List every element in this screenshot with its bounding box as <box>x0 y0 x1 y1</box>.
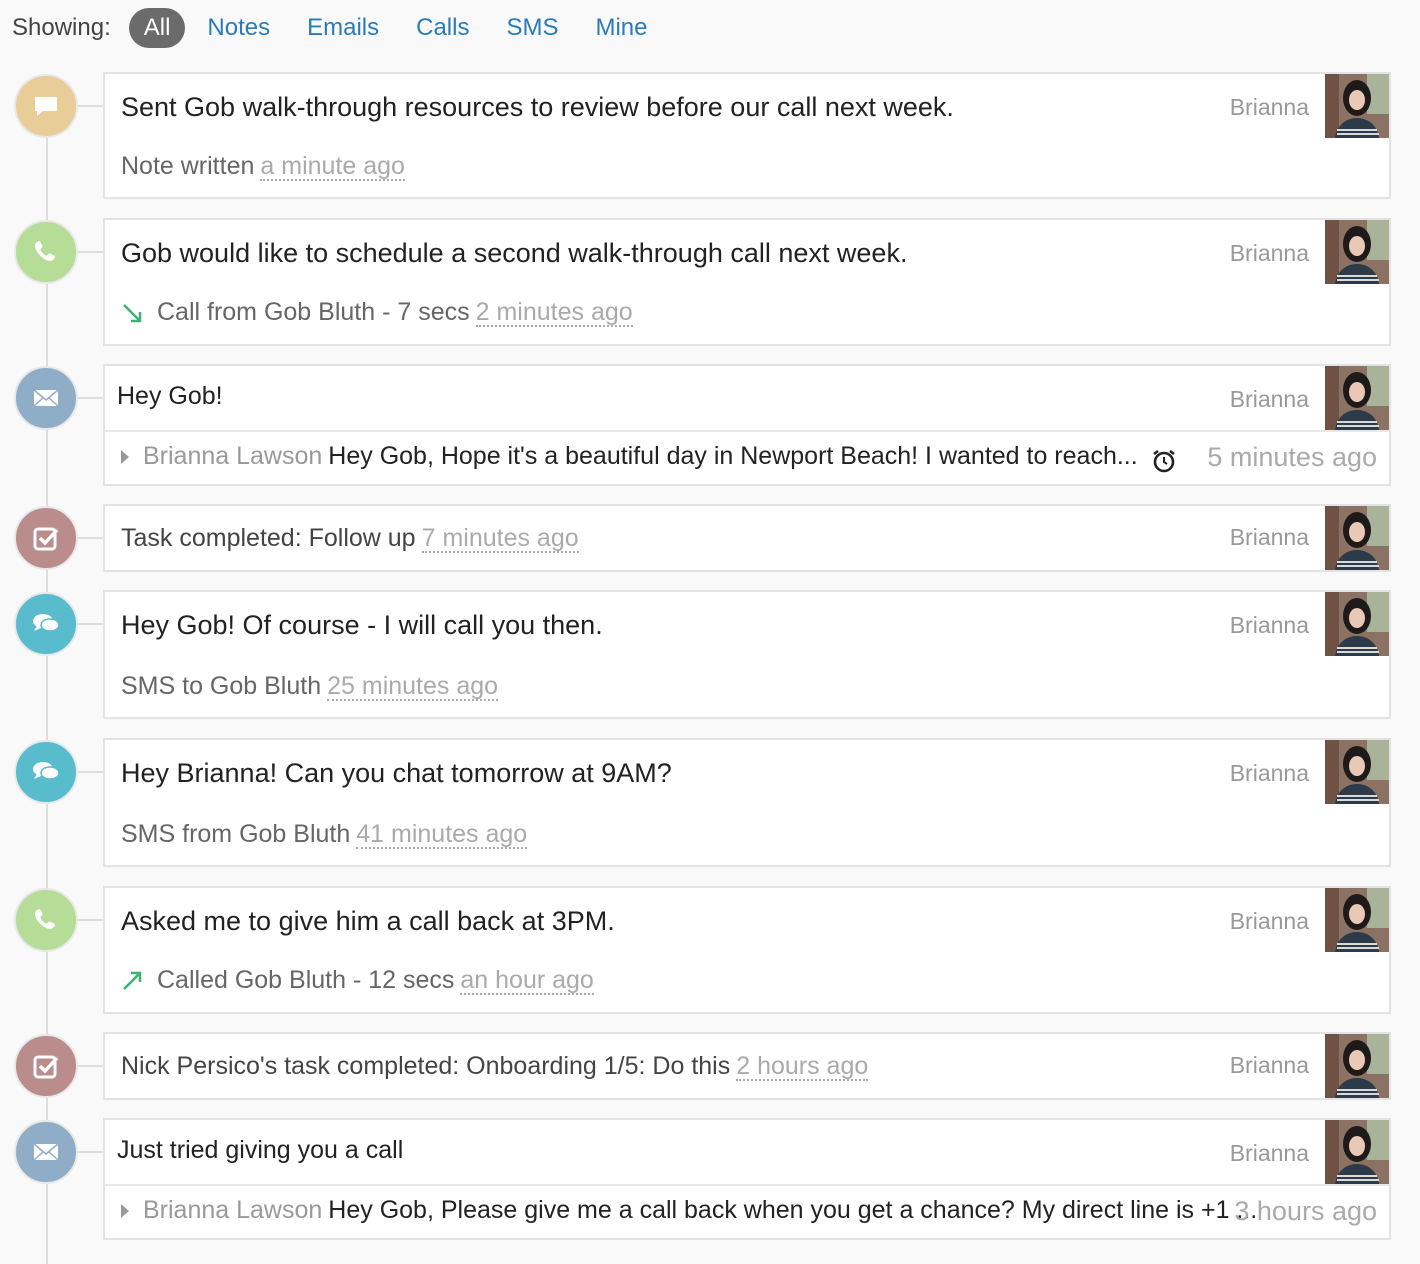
avatar[interactable] <box>1325 740 1389 804</box>
activity-meta-text: Nick Persico's task completed: Onboardin… <box>121 1052 731 1080</box>
email-preview[interactable]: Brianna Lawson Hey Gob, Please give me a… <box>121 1196 1257 1225</box>
activity-meta: SMS to Gob Bluth 25 minutes ago <box>121 672 499 701</box>
activity-meta-text: Note written <box>121 152 255 180</box>
owner-name[interactable]: Brianna <box>1230 240 1309 267</box>
activity-meta: SMS from Gob Bluth 41 minutes ago <box>121 820 528 849</box>
activity-meta: Nick Persico's task completed: Onboardin… <box>121 1052 869 1081</box>
email-sender: Brianna Lawson <box>143 442 323 470</box>
avatar[interactable] <box>1325 1120 1389 1184</box>
activity-time[interactable]: 41 minutes ago <box>356 821 528 849</box>
activity-card[interactable]: Hey Gob! Of course - I will call you the… <box>103 590 1391 719</box>
avatar-portrait-icon <box>1325 220 1389 284</box>
activity-feed: Sent Gob walk-through resources to revie… <box>0 0 1420 1264</box>
activity-time[interactable]: 3 hours ago <box>1234 1196 1377 1227</box>
activity-meta-text: SMS from Gob Bluth <box>121 820 351 848</box>
activity-time[interactable]: 2 hours ago <box>736 1053 869 1081</box>
activity-text: Asked me to give him a call back at 3PM. <box>121 906 615 936</box>
avatar[interactable] <box>1325 506 1389 570</box>
activity-card[interactable]: Hey Brianna! Can you chat tomorrow at 9A… <box>103 738 1391 867</box>
activity-text: Gob would like to schedule a second walk… <box>121 238 908 268</box>
activity-card[interactable]: Nick Persico's task completed: Onboardin… <box>103 1032 1391 1100</box>
activity-card[interactable]: Sent Gob walk-through resources to revie… <box>103 72 1391 199</box>
avatar-portrait-icon <box>1325 1120 1389 1184</box>
check-square-icon <box>14 506 78 570</box>
activity-meta-text: Called Gob Bluth - 12 secs <box>157 966 455 994</box>
activity-card[interactable]: Just tried giving you a call Brianna Bri… <box>103 1118 1391 1240</box>
avatar[interactable] <box>1325 366 1389 430</box>
avatar-portrait-icon <box>1325 888 1389 952</box>
activity-meta: Task completed: Follow up 7 minutes ago <box>121 524 579 553</box>
activity-time[interactable]: 2 minutes ago <box>475 299 633 327</box>
avatar-portrait-icon <box>1325 740 1389 804</box>
expand-caret-icon[interactable] <box>121 449 129 464</box>
activity-meta: Note written a minute ago <box>121 152 405 181</box>
activity-meta-text: SMS to Gob Bluth <box>121 672 322 700</box>
avatar[interactable] <box>1325 74 1389 138</box>
activity-time[interactable]: 5 minutes ago <box>1207 442 1377 473</box>
avatar[interactable] <box>1325 1034 1389 1098</box>
owner-name[interactable]: Brianna <box>1230 1140 1309 1167</box>
activity-time[interactable]: 7 minutes ago <box>421 525 579 553</box>
activity-card[interactable]: Gob would like to schedule a second walk… <box>103 218 1391 346</box>
email-snippet: Hey Gob, Hope it's a beautiful day in Ne… <box>328 442 1138 470</box>
activity-meta-text: Task completed: Follow up <box>121 524 416 552</box>
envelope-icon <box>14 1120 78 1184</box>
email-subject[interactable]: Just tried giving you a call <box>117 1136 403 1165</box>
outgoing-call-arrow-icon <box>123 971 142 990</box>
activity-time[interactable]: a minute ago <box>260 153 405 181</box>
check-square-icon <box>14 1034 78 1098</box>
email-sender: Brianna Lawson <box>143 1196 323 1224</box>
owner-name[interactable]: Brianna <box>1230 94 1309 121</box>
email-snippet: Hey Gob, Please give me a call back when… <box>328 1196 1258 1224</box>
avatar-portrait-icon <box>1325 1034 1389 1098</box>
avatar[interactable] <box>1325 220 1389 284</box>
activity-text: Sent Gob walk-through resources to revie… <box>121 92 954 122</box>
avatar[interactable] <box>1325 888 1389 952</box>
activity-time[interactable]: 25 minutes ago <box>327 673 499 701</box>
activity-card[interactable]: Hey Gob! Brianna Brianna Lawson Hey Gob,… <box>103 364 1391 486</box>
phone-icon <box>14 220 78 284</box>
activity-text: Hey Brianna! Can you chat tomorrow at 9A… <box>121 758 672 788</box>
owner-name[interactable]: Brianna <box>1230 386 1309 413</box>
incoming-call-arrow-icon <box>123 303 142 322</box>
alarm-clock-icon[interactable] <box>1151 448 1177 474</box>
envelope-icon <box>14 366 78 430</box>
owner-name[interactable]: Brianna <box>1230 612 1309 639</box>
chat-bubbles-icon <box>14 592 78 656</box>
avatar[interactable] <box>1325 592 1389 656</box>
note-icon <box>14 74 78 138</box>
activity-time[interactable]: an hour ago <box>460 967 594 995</box>
expand-caret-icon[interactable] <box>121 1203 129 1218</box>
activity-meta: Call from Gob Bluth - 7 secs 2 minutes a… <box>121 298 633 327</box>
activity-text: Hey Gob! Of course - I will call you the… <box>121 610 603 640</box>
phone-icon <box>14 888 78 952</box>
owner-name[interactable]: Brianna <box>1230 1052 1309 1079</box>
owner-name[interactable]: Brianna <box>1230 908 1309 935</box>
avatar-portrait-icon <box>1325 592 1389 656</box>
chat-bubbles-icon <box>14 740 78 804</box>
activity-card[interactable]: Asked me to give him a call back at 3PM.… <box>103 886 1391 1014</box>
activity-meta: Called Gob Bluth - 12 secs an hour ago <box>121 966 594 995</box>
email-preview[interactable]: Brianna Lawson Hey Gob, Hope it's a beau… <box>121 442 1138 471</box>
avatar-portrait-icon <box>1325 506 1389 570</box>
email-subject[interactable]: Hey Gob! <box>117 382 223 411</box>
activity-card[interactable]: Task completed: Follow up 7 minutes ago … <box>103 504 1391 572</box>
avatar-portrait-icon <box>1325 366 1389 430</box>
owner-name[interactable]: Brianna <box>1230 524 1309 551</box>
activity-meta-text: Call from Gob Bluth - 7 secs <box>157 298 470 326</box>
avatar-portrait-icon <box>1325 74 1389 138</box>
owner-name[interactable]: Brianna <box>1230 760 1309 787</box>
